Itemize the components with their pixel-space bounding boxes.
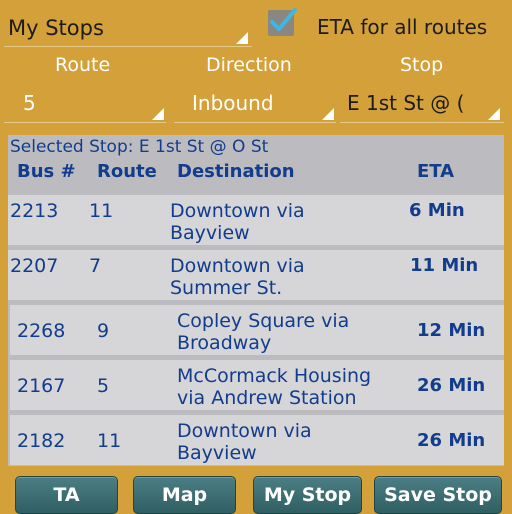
selected-stop-label: Selected Stop: E 1st St @ O St (10, 137, 269, 157)
bus-column-header: Bus # (17, 161, 76, 182)
stop-spinner[interactable]: E 1st St @ ( (338, 84, 506, 124)
bus-number: 2167 (17, 375, 66, 397)
destination-column-header: Destination (177, 161, 295, 182)
ta-button[interactable]: TA (15, 476, 118, 514)
destination-line-1: McCormack Housing (177, 365, 372, 387)
divider (4, 46, 252, 47)
route-number: 7 (89, 255, 102, 277)
route-header: Route (55, 54, 111, 76)
eta-all-routes-label[interactable]: ETA for all routes (317, 15, 487, 39)
spinner-arrow-icon (152, 108, 164, 120)
eta-value: 26 Min (417, 430, 486, 451)
destination-line-2: via Andrew Station (177, 387, 357, 409)
table-row[interactable]: 2268 9 Copley Square via Broadway 12 Min (10, 305, 504, 355)
route-column-header: Route (97, 161, 157, 182)
spinner-arrow-icon (322, 108, 334, 120)
save-stop-button[interactable]: Save Stop (374, 476, 502, 514)
route-value: 5 (23, 91, 36, 115)
table-row[interactable]: 2207 7 Downtown via Summer St. 11 Min (8, 250, 504, 300)
route-number: 9 (97, 320, 110, 342)
map-button[interactable]: Map (133, 476, 236, 514)
destination: Copley Square via Broadway (177, 310, 349, 354)
stop-value: E 1st St @ ( (347, 91, 465, 115)
table-row[interactable]: 2167 5 McCormack Housing via Andrew Stat… (10, 360, 504, 410)
direction-header: Direction (206, 54, 292, 76)
stop-header: Stop (400, 54, 444, 76)
bus-number: 2182 (17, 430, 66, 452)
spinner-arrow-icon (236, 32, 248, 44)
eta-value: 26 Min (417, 375, 486, 396)
destination-line-1: Downtown via (170, 255, 305, 277)
destination-line-2: Summer St. (170, 277, 283, 299)
table-row[interactable]: 2213 11 Downtown via Bayview 6 Min (8, 195, 504, 245)
route-number: 11 (97, 430, 122, 452)
destination-line-2: Broadway (177, 332, 272, 354)
destination: McCormack Housing via Andrew Station (177, 365, 371, 409)
route-spinner[interactable]: 5 (0, 84, 168, 124)
my-stops-label: My Stops (8, 16, 104, 40)
eta-all-routes-checkbox[interactable] (268, 8, 297, 36)
destination-line-2: Bayview (177, 442, 257, 464)
divider (340, 122, 504, 123)
my-stops-spinner[interactable]: My Stops (0, 8, 252, 48)
route-number: 5 (97, 375, 110, 397)
spinner-arrow-icon (488, 108, 500, 120)
destination: Downtown via Bayview (170, 200, 305, 244)
direction-value: Inbound (192, 91, 274, 115)
divider (4, 122, 166, 123)
bus-number: 2213 (10, 200, 59, 222)
eta-value: 6 Min (409, 200, 465, 221)
checkmark-icon (270, 8, 297, 31)
bus-number: 2268 (17, 320, 66, 342)
bus-number: 2207 (10, 255, 59, 277)
destination: Downtown via Bayview (177, 420, 312, 464)
eta-value: 11 Min (410, 255, 479, 276)
divider (174, 122, 336, 123)
destination-line-1: Downtown via (170, 200, 305, 222)
direction-spinner[interactable]: Inbound (172, 84, 338, 124)
destination-line-2: Bayview (170, 222, 250, 244)
eta-column-header: ETA (417, 161, 455, 182)
eta-value: 12 Min (417, 320, 486, 341)
destination: Downtown via Summer St. (170, 255, 305, 299)
my-stop-button[interactable]: My Stop (253, 476, 362, 514)
table-row[interactable]: 2182 11 Downtown via Bayview 26 Min (10, 415, 504, 465)
destination-line-1: Copley Square via (177, 310, 350, 332)
route-number: 11 (89, 200, 114, 222)
destination-line-1: Downtown via (177, 420, 312, 442)
